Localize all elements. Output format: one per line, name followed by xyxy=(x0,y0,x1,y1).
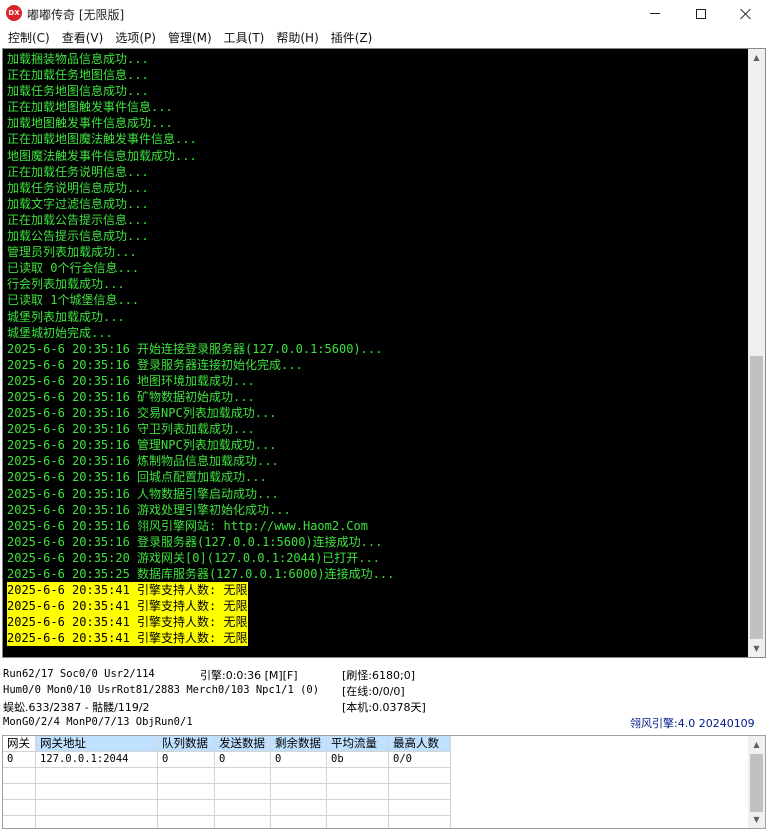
status-engine: 引擎:0:0:36 [M][F] xyxy=(200,669,298,682)
log-line: 2025-6-6 20:35:16 登录服务器(127.0.0.1:5600)连… xyxy=(7,534,383,549)
menu-plugins[interactable]: 插件(Z) xyxy=(325,27,379,47)
table-scrollbar[interactable]: ▲ ▼ xyxy=(748,736,765,828)
cell-avg-flow: 0b xyxy=(327,752,389,768)
log-line: 2025-6-6 20:35:16 地图环境加载成功... xyxy=(7,373,255,388)
minimize-icon xyxy=(650,13,660,14)
table-scroll-up-icon[interactable]: ▲ xyxy=(748,736,765,753)
log-line-highlighted: 2025-6-6 20:35:41 引擎支持人数: 无限 xyxy=(7,582,248,599)
status-hum: Hum0/0 Mon0/10 UsrRot81/2883 Merch0/103 … xyxy=(3,684,320,696)
log-line: 2025-6-6 20:35:16 翎风引擎网站: http://www.Hao… xyxy=(7,518,368,533)
empty-row xyxy=(3,800,451,816)
log-line: 2025-6-6 20:35:25 数据库服务器(127.0.0.1:6000)… xyxy=(7,567,395,581)
log-line-highlighted: 2025-6-6 20:35:41 引擎支持人数: 无限 xyxy=(7,598,248,615)
log-console[interactable]: 加载捆装物品信息成功... 正在加载任务地图信息... 加载任务地图信息成功... 正… xyxy=(2,48,766,658)
gateway-grid: 网关 网关地址 队列数据 发送数据 剩余数据 平均流量 最高人数 0 127.0… xyxy=(3,736,451,828)
minimize-button[interactable] xyxy=(632,0,678,27)
log-line: 2025-6-6 20:35:16 游戏处理引擎初始化成功... xyxy=(7,502,291,517)
status-monsters: 蜈蚣.633/2387 - 骷髅/119/2 xyxy=(3,701,150,714)
log-line: 城堡城初始完成... xyxy=(7,325,113,340)
table-scroll-down-icon[interactable]: ▼ xyxy=(748,811,765,828)
log-line: 已读取 1个城堡信息... xyxy=(7,293,140,308)
header-queue[interactable]: 队列数据 xyxy=(158,736,215,752)
log-line: 已读取 0个行会信息... xyxy=(7,261,140,276)
status-online: [在线:0/0/0] xyxy=(342,685,405,698)
log-line: 城堡列表加载成功... xyxy=(7,309,125,324)
cell-address: 127.0.0.1:2044 xyxy=(36,752,158,768)
log-line-highlighted: 2025-6-6 20:35:41 引擎支持人数: 无限 xyxy=(7,614,248,631)
log-line: 正在加载公告提示信息... xyxy=(7,212,149,227)
menu-manage[interactable]: 管理(M) xyxy=(162,27,218,47)
status-refresh: [刷怪:6180;0] xyxy=(342,669,415,682)
log-line: 正在加载地图触发事件信息... xyxy=(7,100,173,115)
menu-tools[interactable]: 工具(T) xyxy=(218,27,271,47)
status-panel: Run62/17 Soc0/0 Usr2/114 引擎:0:0:36 [M][F… xyxy=(0,660,769,734)
console-scroll-thumb[interactable] xyxy=(750,356,763,639)
close-icon xyxy=(740,8,752,20)
header-sent[interactable]: 发送数据 xyxy=(215,736,271,752)
header-address[interactable]: 网关地址 xyxy=(36,736,158,752)
maximize-icon xyxy=(696,8,706,19)
log-line: 正在加载地图魔法触发事件信息... xyxy=(7,132,197,147)
log-line: 正在加载任务说明信息... xyxy=(7,164,149,179)
menu-bar: 控制(C) 查看(V) 选项(P) 管理(M) 工具(T) 帮助(H) 插件(Z… xyxy=(0,27,769,47)
log-line: 加载任务地图信息成功... xyxy=(7,84,149,99)
status-local: [本机:0.0378天] xyxy=(342,701,426,714)
log-line: 加载文字过滤信息成功... xyxy=(7,196,149,211)
gateway-table[interactable]: 网关 网关地址 队列数据 发送数据 剩余数据 平均流量 最高人数 0 127.0… xyxy=(2,735,766,829)
table-header-row: 网关 网关地址 队列数据 发送数据 剩余数据 平均流量 最高人数 xyxy=(3,736,451,752)
log-line: 加载地图触发事件信息成功... xyxy=(7,116,173,131)
log-line: 2025-6-6 20:35:16 炼制物品信息加载成功... xyxy=(7,454,279,469)
close-button[interactable] xyxy=(723,0,769,27)
log-line: 管理员列表加载成功... xyxy=(7,245,137,260)
scroll-up-icon[interactable]: ▲ xyxy=(748,49,765,66)
console-scrollbar[interactable]: ▲ ▼ xyxy=(748,49,765,657)
menu-options[interactable]: 选项(P) xyxy=(109,27,162,47)
header-max-users[interactable]: 最高人数 xyxy=(389,736,451,752)
log-line: 加载公告提示信息成功... xyxy=(7,229,149,244)
menu-help[interactable]: 帮助(H) xyxy=(270,27,324,47)
engine-version: 翎风引擎:4.0 20240109 xyxy=(630,717,755,730)
table-scroll-thumb[interactable] xyxy=(750,754,763,812)
log-line: 加载任务说明信息成功... xyxy=(7,180,149,195)
menu-control[interactable]: 控制(C) xyxy=(2,27,56,47)
cell-queue: 0 xyxy=(158,752,215,768)
log-line: 2025-6-6 20:35:16 矿物数据初始成功... xyxy=(7,389,255,404)
maximize-button[interactable] xyxy=(678,0,724,27)
header-avg-flow[interactable]: 平均流量 xyxy=(327,736,389,752)
log-line: 2025-6-6 20:35:16 交易NPC列表加载成功... xyxy=(7,406,277,421)
log-line: 2025-6-6 20:35:16 人物数据引擎启动成功... xyxy=(7,486,279,501)
title-bar: DX 嘟嘟传奇 [无限版] xyxy=(0,0,769,27)
log-line: 2025-6-6 20:35:16 回城点配置加载成功... xyxy=(7,470,267,485)
cell-remaining: 0 xyxy=(271,752,327,768)
log-line: 2025-6-6 20:35:16 开始连接登录服务器(127.0.0.1:56… xyxy=(7,341,383,356)
empty-row xyxy=(3,768,451,784)
cell-gateway: 0 xyxy=(3,752,36,768)
table-row[interactable]: 0 127.0.0.1:2044 0 0 0 0b 0/0 xyxy=(3,752,451,768)
header-gateway[interactable]: 网关 xyxy=(3,736,36,752)
cell-max-users: 0/0 xyxy=(389,752,451,768)
log-lines: 加载捆装物品信息成功... 正在加载任务地图信息... 加载任务地图信息成功... 正… xyxy=(7,51,747,647)
log-line: 正在加载任务地图信息... xyxy=(7,68,149,83)
status-run: Run62/17 Soc0/0 Usr2/114 xyxy=(3,668,155,680)
log-line: 2025-6-6 20:35:16 守卫列表加载成功... xyxy=(7,422,255,437)
log-line: 2025-6-6 20:35:20 游戏网关[0](127.0.0.1:2044… xyxy=(7,550,380,565)
menu-view[interactable]: 查看(V) xyxy=(56,27,110,47)
app-logo-icon: DX xyxy=(6,5,22,21)
log-line: 地图魔法触发事件信息加载成功... xyxy=(7,148,197,163)
empty-row xyxy=(3,784,451,800)
log-line: 加载捆装物品信息成功... xyxy=(7,52,149,66)
empty-row xyxy=(3,816,451,828)
log-line-highlighted: 2025-6-6 20:35:41 引擎支持人数: 无限 xyxy=(7,630,248,647)
scroll-down-icon[interactable]: ▼ xyxy=(748,640,765,657)
cell-sent: 0 xyxy=(215,752,271,768)
status-mon-gen: MonG0/2/4 MonP0/7/13 ObjRun0/1 xyxy=(3,716,193,728)
log-line: 行会列表加载成功... xyxy=(7,277,125,292)
header-remaining[interactable]: 剩余数据 xyxy=(271,736,327,752)
window-title: 嘟嘟传奇 [无限版] xyxy=(27,8,125,22)
log-line: 2025-6-6 20:35:16 管理NPC列表加载成功... xyxy=(7,438,277,453)
log-line: 2025-6-6 20:35:16 登录服务器连接初始化完成... xyxy=(7,357,303,372)
